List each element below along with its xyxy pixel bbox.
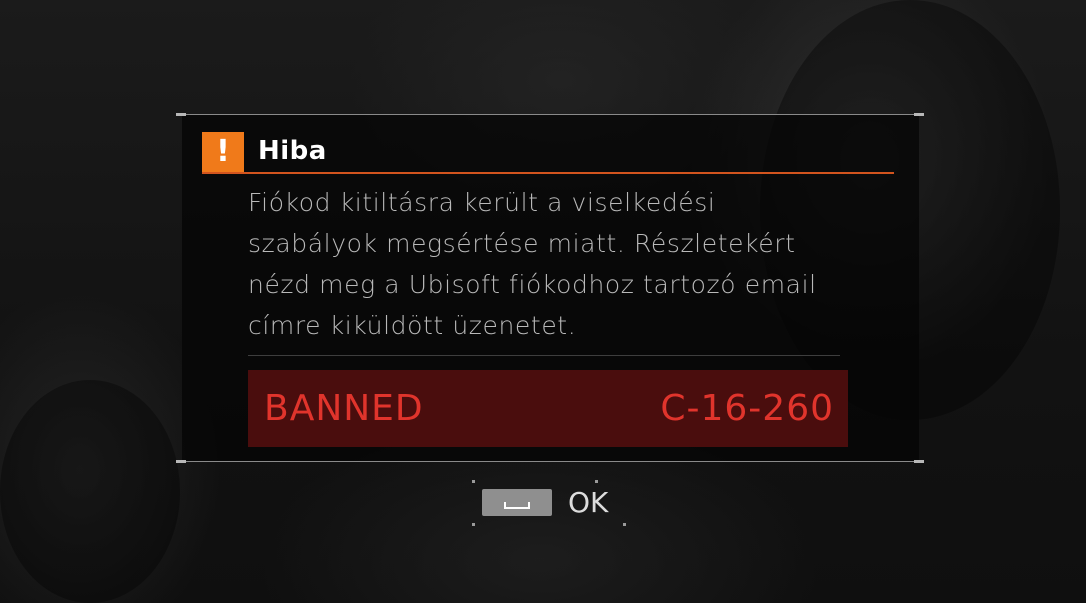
dialog-top-border: [182, 114, 919, 115]
dialog-bottom-left-cap: [176, 460, 186, 463]
ok-corner-bl: [472, 523, 475, 526]
spacebar-icon: [504, 502, 530, 509]
message-divider: [248, 355, 840, 356]
dialog-bottom-border: [182, 461, 919, 462]
dialog-message: Fiókod kitiltásra került a viselkedési s…: [248, 188, 817, 340]
error-code: C-16-260: [660, 388, 834, 429]
exclamation-icon: !: [216, 134, 230, 169]
ban-status-bar: BANNED C-16-260: [248, 370, 848, 447]
ok-corner-tl: [472, 480, 475, 483]
dialog-top-right-cap: [914, 113, 924, 116]
dialog-header: ! Hiba: [202, 132, 894, 174]
dialog-top-left-cap: [176, 113, 186, 116]
ok-corner-tr: [595, 480, 598, 483]
dialog-bottom-right-cap: [914, 460, 924, 463]
spacebar-key[interactable]: [482, 489, 552, 516]
ok-corner-br: [623, 523, 626, 526]
background-figure-left: [0, 380, 180, 603]
ok-label[interactable]: OK: [568, 486, 608, 519]
ok-button[interactable]: OK: [472, 480, 628, 526]
dialog-title: Hiba: [258, 136, 327, 166]
ban-status: BANNED: [264, 388, 424, 429]
warning-badge: !: [202, 132, 244, 172]
